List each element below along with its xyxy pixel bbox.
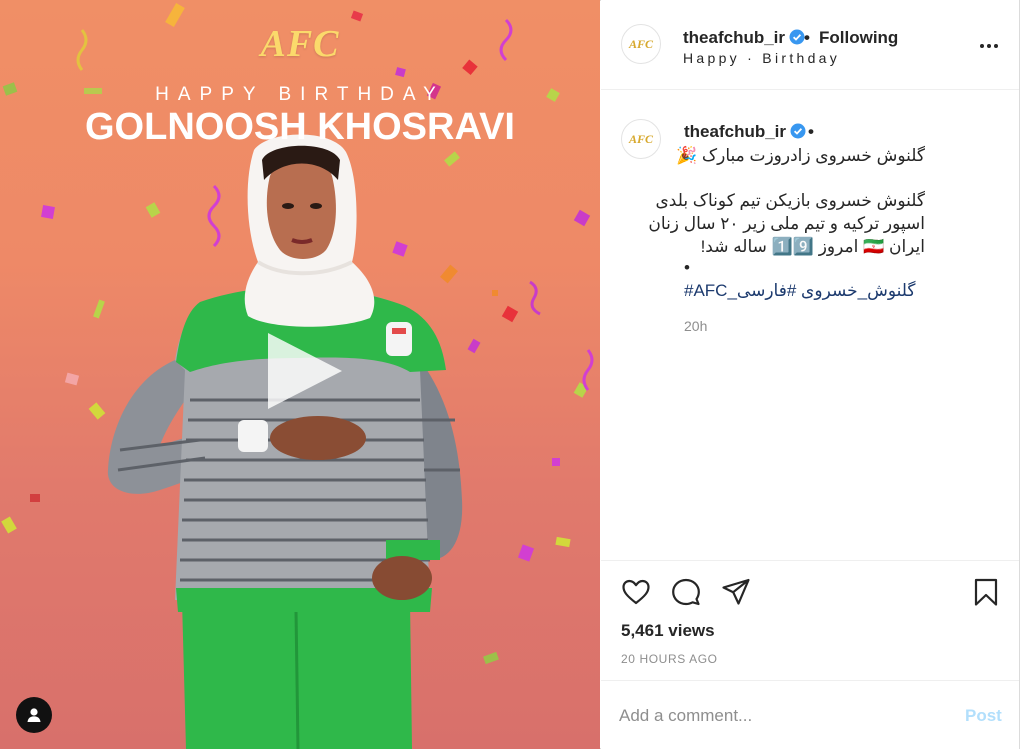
player-name-text: GOLNOOSH KHOSRAVI [85,106,515,148]
views-count[interactable]: 5,461 views [621,621,715,641]
caption-username-link[interactable]: theafchub_ir [684,122,806,142]
more-options-icon[interactable] [979,36,999,56]
afc-logo: AFC [260,23,340,65]
header-subtitle: Happy · Birthday [683,50,841,66]
caption-time-ago[interactable]: 20h [684,318,707,334]
hashtag-link[interactable]: #AFC_گلنوش_خسروی [684,281,915,300]
caption-avatar[interactable]: AFC [621,119,661,159]
heart-icon[interactable] [621,577,651,607]
following-button[interactable]: Following [819,28,898,48]
verified-badge-icon [789,29,805,45]
header-separator: • [804,28,810,47]
comment-bar: Post [601,680,1019,749]
tagged-user-button[interactable] [16,697,52,733]
post-timestamp[interactable]: 20 HOURS AGO [621,652,718,666]
header-username-link[interactable]: theafchub_ir [683,28,805,48]
headline-text: HAPPY BIRTHDAY [155,84,445,105]
hashtag-link[interactable]: #فارسی [737,281,796,300]
verified-badge-icon [790,123,806,139]
comment-input[interactable] [619,703,939,729]
comment-icon[interactable] [671,577,701,607]
caption-separator: • [808,122,814,141]
caption-line-2: گلنوش خسروی بازیکن تیم کوناک بلدی [655,191,925,210]
caption-line-1: گلنوش خسروی زادروزت مبارک 🎉 [676,146,925,165]
share-icon[interactable] [721,577,751,607]
avatar[interactable]: AFC [621,24,661,64]
hashtag-list: #AFC_گلنوش_خسروی #فارسی [684,281,915,301]
caption-line-3: اسپور ترکیه و تیم ملی زیر ۲۰ سال زنان [648,214,925,233]
caption-line-4: ایران 🇮🇷 امروز 1️⃣9️⃣ ساله شد! [700,237,925,256]
avatar-logo: AFC [628,36,653,51]
play-icon[interactable] [262,329,346,413]
post-comment-button[interactable]: Post [965,706,1002,726]
caption-line-5: • [684,258,690,277]
action-bar: 5,461 views 20 HOURS AGO [601,560,1019,690]
post-header: AFC theafchub_ir • Following Happy · Bir… [601,0,1019,90]
caption-avatar-logo: AFC [628,131,653,146]
user-icon [27,708,41,722]
player-figure [107,134,463,749]
post-media[interactable]: AFC HAPPY BIRTHDAY GOLNOOSH KHOSRAVI [0,0,600,749]
bookmark-icon[interactable] [971,577,1001,607]
